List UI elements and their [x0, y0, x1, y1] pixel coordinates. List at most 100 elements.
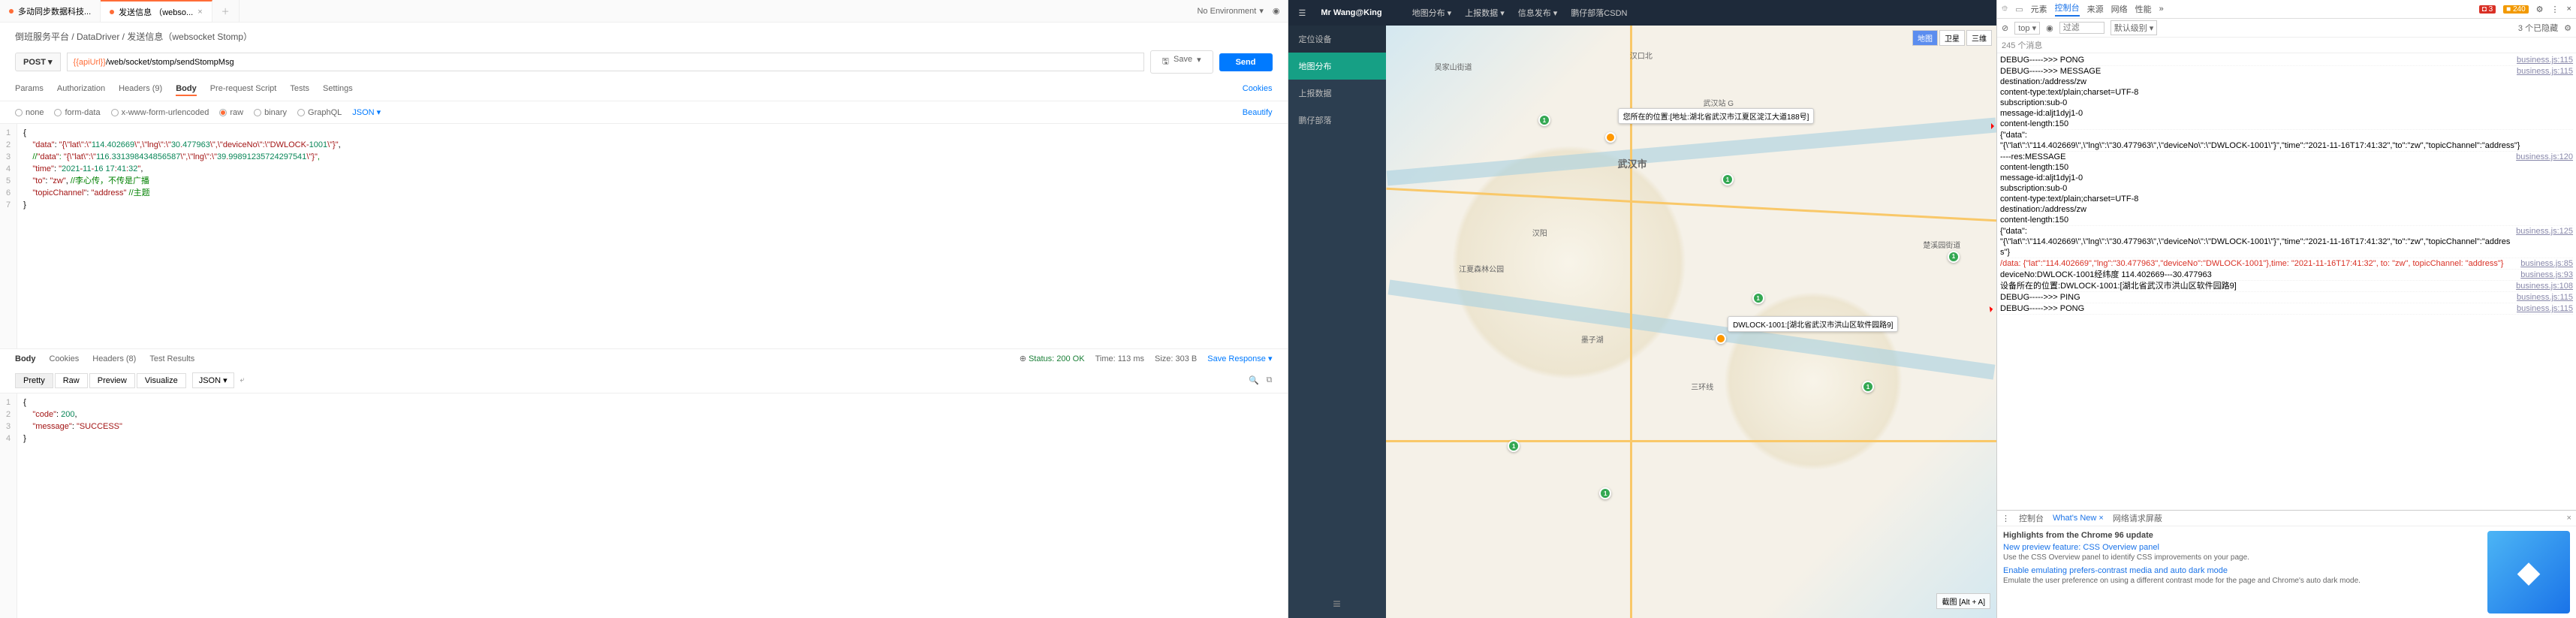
save-button[interactable]: 🖫 Save ▾	[1150, 50, 1213, 74]
maptype-sat[interactable]: 卫星	[1939, 30, 1965, 46]
body-type-row: none form-data x-www-form-urlencoded raw…	[0, 101, 1288, 123]
cookies-link[interactable]: Cookies	[1243, 84, 1273, 96]
resptab-headers[interactable]: Headers (8)	[92, 354, 136, 363]
hidden-issues[interactable]: 3 个已隐藏	[2518, 22, 2558, 34]
map-canvas[interactable]: 吴家山街道 汉口北 武汉站 G 武汉市 汉阳 江夏森林公园 墨子湖 楚溪园街道 …	[1386, 26, 1997, 618]
place-label: 汉阳	[1532, 227, 1547, 238]
gear-icon[interactable]: ⚙	[2564, 23, 2571, 33]
close-icon[interactable]: ×	[2567, 5, 2571, 14]
dot-icon	[110, 10, 114, 14]
resptab-body[interactable]: Body	[15, 354, 36, 363]
url-input[interactable]: {{apiUrl}}/web/socket/stomp/sendStompMsg	[67, 53, 1144, 71]
clear-icon[interactable]: ⊘	[2002, 23, 2008, 33]
sidebar-item-report[interactable]: 上报数据	[1288, 80, 1386, 107]
message-count: 245 个消息	[2002, 39, 2042, 51]
more-icon[interactable]: ⋮	[2551, 5, 2559, 14]
devtab-elements[interactable]: 元素	[2031, 3, 2047, 15]
nav-report[interactable]: 上报数据 ▾	[1465, 7, 1505, 19]
drawer-close-icon[interactable]: ×	[2567, 514, 2571, 523]
drawer-tab-console[interactable]: 控制台	[2019, 512, 2044, 524]
callout-user: 您所在的位置:[地址:湖北省武汉市江夏区淀江大道188号]	[1618, 108, 1815, 124]
view-visualize[interactable]: Visualize	[137, 373, 186, 388]
device-icon[interactable]: ▭	[2015, 5, 2023, 14]
place-label: 吴家山街道	[1435, 61, 1472, 72]
copy-icon[interactable]: ⧉	[1267, 375, 1273, 385]
send-button[interactable]: Send	[1219, 53, 1273, 71]
resp-lang-select[interactable]: JSON ▾	[192, 372, 234, 388]
opt-graphql[interactable]: GraphQL	[297, 108, 342, 117]
close-icon[interactable]: ×	[197, 8, 202, 17]
drawer-tab-blocking[interactable]: 网络请求屏蔽	[2113, 512, 2162, 524]
beautify-link[interactable]: Beautify	[1243, 108, 1273, 117]
opt-none[interactable]: none	[15, 108, 44, 117]
reqtab-tests[interactable]: Tests	[290, 84, 309, 96]
filter-input[interactable]	[2059, 22, 2104, 34]
body-lang-select[interactable]: JSON ▾	[352, 107, 381, 117]
reqtab-auth[interactable]: Authorization	[57, 84, 105, 96]
sidebar-item-device[interactable]: 定位设备	[1288, 26, 1386, 53]
inspect-icon[interactable]: ⯐	[2002, 2, 2008, 17]
app-header: ☰ Mr Wang@King 地图分布 ▾ 上报数据 ▾ 信息发布 ▾ 鹏仔部落…	[1288, 0, 1997, 26]
devtab-console[interactable]: 控制台	[2055, 2, 2080, 17]
request-body-editor[interactable]: 1234567 { "data": "{\"lat\":\"114.402669…	[0, 123, 1288, 348]
nav-publish[interactable]: 信息发布 ▾	[1518, 7, 1558, 19]
reqtab-settings[interactable]: Settings	[323, 84, 353, 96]
sidebar-item-map[interactable]: 地图分布	[1288, 53, 1386, 80]
sidebar-collapse[interactable]: ≡	[1288, 590, 1386, 618]
level-select[interactable]: 默认级别 ▾	[2111, 20, 2158, 35]
reqtab-params[interactable]: Params	[15, 84, 44, 96]
opt-urlencoded[interactable]: x-www-form-urlencoded	[111, 108, 209, 117]
drawer-tab-whatsnew[interactable]: What's New ×	[2053, 514, 2104, 523]
view-pretty[interactable]: Pretty	[15, 373, 53, 388]
resptab-cookies[interactable]: Cookies	[50, 354, 80, 363]
nav-csdn[interactable]: 鹏仔部落CSDN	[1571, 7, 1627, 19]
devtab-sources[interactable]: 来源	[2087, 3, 2104, 15]
marker-cluster[interactable]: 1	[1752, 292, 1764, 304]
resp-time: Time: 113 ms	[1095, 354, 1144, 363]
response-view-row: Pretty Raw Preview Visualize JSON ▾ ⤶ 🔍 …	[0, 368, 1288, 393]
view-preview[interactable]: Preview	[89, 373, 135, 388]
reqtab-body[interactable]: Body	[176, 84, 197, 96]
news-heading: Highlights from the Chrome 96 update	[2003, 531, 2481, 540]
marker-device[interactable]	[1716, 333, 1726, 344]
opt-formdata[interactable]: form-data	[54, 108, 100, 117]
opt-binary[interactable]: binary	[254, 108, 287, 117]
reqtab-prescript[interactable]: Pre-request Script	[210, 84, 277, 96]
response-body-editor[interactable]: 1234 { "code": 200, "message": "SUCCESS"…	[0, 393, 1288, 618]
maptype-3d[interactable]: 三维	[1966, 30, 1992, 46]
tab-0[interactable]: 多动同步数据科技...	[0, 0, 101, 22]
new-tab[interactable]: ＋	[212, 0, 240, 22]
environment-select[interactable]: No Environment ▾ ◉	[1189, 3, 1287, 19]
news-link-0[interactable]: New preview feature: CSS Overview panel	[2003, 543, 2481, 552]
eye-icon[interactable]: ◉	[1273, 6, 1280, 16]
marker-cluster[interactable]: 1	[1948, 251, 1960, 263]
console-output[interactable]: DEBUG----->>> PONGbusiness.js:115DEBUG--…	[1997, 53, 2576, 510]
tab-1[interactable]: 发送信息 （webso...×	[101, 0, 212, 22]
resptab-tests[interactable]: Test Results	[149, 354, 194, 363]
save-response-link[interactable]: Save Response ▾	[1207, 354, 1272, 363]
chevron-down-icon: ▾	[1259, 6, 1264, 16]
eye-icon[interactable]: ◉	[2046, 23, 2053, 33]
kebab-icon[interactable]: ⋮	[2002, 514, 2010, 523]
reqtab-headers[interactable]: Headers (9)	[119, 84, 162, 96]
method-select[interactable]: POST ▾	[15, 53, 61, 71]
news-desc-0: Use the CSS Overview panel to identify C…	[2003, 553, 2481, 562]
error-count[interactable]: ◘ 3	[2479, 5, 2496, 14]
gear-icon[interactable]: ⚙	[2536, 5, 2544, 14]
devtab-more[interactable]: »	[2159, 5, 2164, 14]
nav-map[interactable]: 地图分布 ▾	[1412, 7, 1452, 19]
menu-icon[interactable]: ☰	[1299, 8, 1306, 18]
resp-size: Size: 303 B	[1155, 354, 1197, 363]
news-desc-1: Emulate the user preference on using a d…	[2003, 577, 2481, 585]
opt-raw[interactable]: raw	[219, 108, 243, 117]
wrap-icon[interactable]: ⤶	[240, 375, 245, 385]
news-link-1[interactable]: Enable emulating prefers-contrast media …	[2003, 566, 2481, 575]
devtab-perf[interactable]: 性能	[2135, 3, 2152, 15]
sidebar-item-blog[interactable]: 鹏仔部落	[1288, 107, 1386, 134]
devtab-network[interactable]: 网络	[2111, 3, 2128, 15]
maptype-map[interactable]: 地图	[1912, 30, 1938, 46]
view-raw[interactable]: Raw	[55, 373, 88, 388]
warn-count[interactable]: ■ 240	[2503, 5, 2529, 14]
context-select[interactable]: top ▾	[2014, 22, 2040, 35]
search-icon[interactable]: 🔍	[1249, 375, 1259, 385]
